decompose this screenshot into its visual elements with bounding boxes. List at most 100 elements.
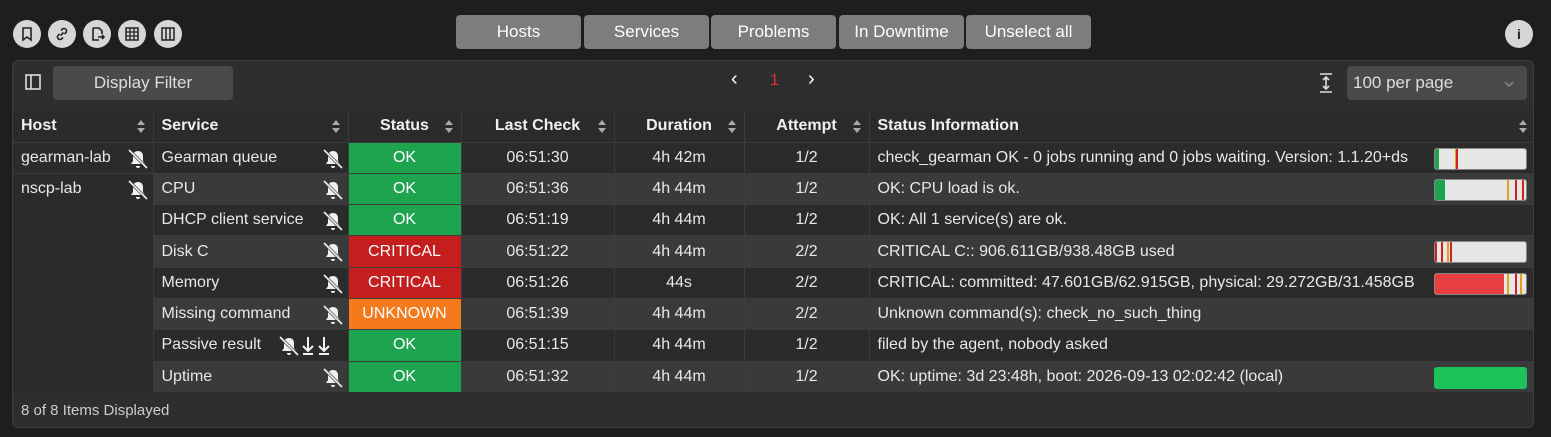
table-row[interactable]: nscp-lab CPU OK 06:51:36 4h 44m 1/2 OK: …: [13, 172, 1533, 393]
pager-next-button[interactable]: ›: [808, 68, 815, 91]
service-name[interactable]: Disk C: [162, 243, 209, 260]
column-status-information[interactable]: Status Information: [869, 111, 1533, 142]
perfdata-bar: [1433, 147, 1527, 170]
service-cell[interactable]: Gearman queue: [153, 141, 349, 174]
columns-icon[interactable]: [154, 20, 182, 48]
pager-current-page[interactable]: 1: [770, 72, 779, 90]
attempt-cell: 2/2: [744, 266, 870, 299]
last-check-cell: 06:51:32: [461, 360, 615, 393]
column-status[interactable]: Status: [348, 111, 462, 142]
service-name[interactable]: DHCP client service: [162, 211, 304, 228]
status-badge: CRITICAL: [348, 235, 462, 268]
table-row[interactable]: DHCP client service OK 06:51:19 4h 44m 1…: [13, 204, 1533, 236]
table-row[interactable]: gearman-lab Gearman queue OK 06:51:30 4h…: [13, 141, 1533, 174]
perfdata-bar: [1433, 272, 1527, 295]
column-service-label: Service: [161, 117, 219, 135]
last-check-cell: 06:51:26: [461, 266, 615, 299]
duration-cell: 4h 44m: [614, 172, 745, 205]
column-host-label: Host: [21, 117, 57, 135]
info-icon[interactable]: i: [1505, 20, 1533, 48]
status-badge: OK: [348, 360, 462, 393]
notifications-disabled-icon: [322, 211, 343, 232]
column-attempt[interactable]: Attempt: [744, 111, 870, 142]
link-icon[interactable]: [48, 20, 76, 48]
services-panel: Display Filter ‹ 1 › 100 per page Host S…: [12, 60, 1534, 428]
table-row[interactable]: Missing command UNKNOWN 06:51:39 4h 44m …: [13, 297, 1533, 330]
service-name[interactable]: Gearman queue: [162, 149, 278, 166]
export-icon[interactable]: [83, 20, 111, 48]
status-info-cell: OK: CPU load is ok.: [869, 172, 1533, 205]
duration-cell: 4h 42m: [614, 141, 745, 174]
host-name[interactable]: gearman-lab: [21, 149, 111, 166]
sort-icon: [597, 120, 606, 133]
row-height-icon[interactable]: [1318, 73, 1334, 93]
last-check-cell: 06:51:22: [461, 235, 615, 268]
last-check-cell: 06:51:30: [461, 141, 615, 174]
status-badge: OK: [348, 141, 462, 174]
status-info-text: OK: uptime: 3d 23:48h, boot: 2026-09-13 …: [877, 367, 1284, 385]
service-cell[interactable]: CPU: [153, 172, 349, 205]
services-button[interactable]: Services: [584, 15, 709, 49]
table-row[interactable]: Passive result OK 06:51:15 4h 44m 1/2 fi…: [13, 329, 1533, 362]
duration-cell: 4h 44m: [614, 204, 745, 236]
sidebar-toggle-icon[interactable]: [25, 74, 41, 90]
status-info-cell: check_gearman OK - 0 jobs running and 0 …: [869, 141, 1533, 174]
column-duration[interactable]: Duration: [614, 111, 745, 142]
service-name[interactable]: Memory: [162, 274, 220, 291]
duration-cell: 4h 44m: [614, 297, 745, 330]
attempt-cell: 1/2: [744, 329, 870, 362]
table-row[interactable]: Uptime OK 06:51:32 4h 44m 1/2 OK: uptime…: [13, 360, 1533, 393]
status-info-text: Unknown command(s): check_no_such_thing: [877, 305, 1202, 323]
sort-icon: [444, 120, 453, 133]
column-status-label: Status: [380, 117, 429, 135]
duration-cell: 44s: [614, 266, 745, 299]
service-name[interactable]: CPU: [162, 180, 196, 197]
unselect-all-button[interactable]: Unselect all: [966, 15, 1091, 49]
host-cell[interactable]: gearman-lab: [13, 141, 154, 174]
last-check-cell: 06:51:36: [461, 172, 615, 205]
perfdata-bar: [1433, 178, 1527, 201]
in-downtime-button[interactable]: In Downtime: [839, 15, 964, 49]
status-info-cell: OK: All 1 service(s) are ok.: [869, 204, 1533, 236]
attempt-cell: 2/2: [744, 235, 870, 268]
attempt-cell: 1/2: [744, 141, 870, 174]
service-cell[interactable]: Uptime: [153, 360, 349, 393]
column-last-check[interactable]: Last Check: [461, 111, 615, 142]
host-name[interactable]: nscp-lab: [21, 180, 81, 197]
status-badge: OK: [348, 204, 462, 236]
pager-prev-button[interactable]: ‹: [731, 68, 738, 91]
column-host[interactable]: Host: [13, 111, 154, 142]
service-cell[interactable]: DHCP client service: [153, 204, 349, 236]
column-duration-label: Duration: [646, 117, 712, 135]
column-status-information-label: Status Information: [877, 117, 1019, 135]
display-filter-button[interactable]: Display Filter: [53, 66, 233, 100]
table-row[interactable]: Disk C CRITICAL 06:51:22 4h 44m 2/2 CRIT…: [13, 235, 1533, 268]
column-service[interactable]: Service: [153, 111, 349, 142]
host-cell[interactable]: nscp-lab: [13, 172, 154, 393]
bookmark-icon[interactable]: [13, 20, 41, 48]
per-page-select[interactable]: 100 per page: [1347, 66, 1527, 100]
service-cell[interactable]: Missing command: [153, 297, 349, 330]
attempt-cell: 1/2: [744, 172, 870, 205]
notifications-disabled-icon: [322, 179, 343, 200]
service-name[interactable]: Missing command: [162, 305, 291, 322]
grid-icon[interactable]: [118, 20, 146, 48]
notifications-disabled-icon: [322, 367, 343, 388]
table-row[interactable]: Memory CRITICAL 06:51:26 44s 2/2 CRITICA…: [13, 266, 1533, 299]
sort-icon: [331, 120, 340, 133]
problems-button[interactable]: Problems: [711, 15, 836, 49]
service-name[interactable]: Uptime: [162, 368, 213, 385]
hosts-button[interactable]: Hosts: [456, 15, 581, 49]
service-name[interactable]: Passive result: [162, 336, 262, 353]
service-cell[interactable]: Passive result: [153, 329, 349, 362]
sort-icon: [1518, 120, 1527, 133]
service-cell[interactable]: Disk C: [153, 235, 349, 268]
last-check-cell: 06:51:39: [461, 297, 615, 330]
status-info-text: filed by the agent, nobody asked: [877, 336, 1108, 354]
duration-cell: 4h 44m: [614, 360, 745, 393]
service-cell[interactable]: Memory: [153, 266, 349, 299]
status-badge: UNKNOWN: [348, 297, 462, 330]
table-header: Host Service Status Last Check Duration …: [13, 111, 1533, 142]
last-check-cell: 06:51:15: [461, 329, 615, 362]
chevron-down-icon: [1503, 75, 1515, 95]
